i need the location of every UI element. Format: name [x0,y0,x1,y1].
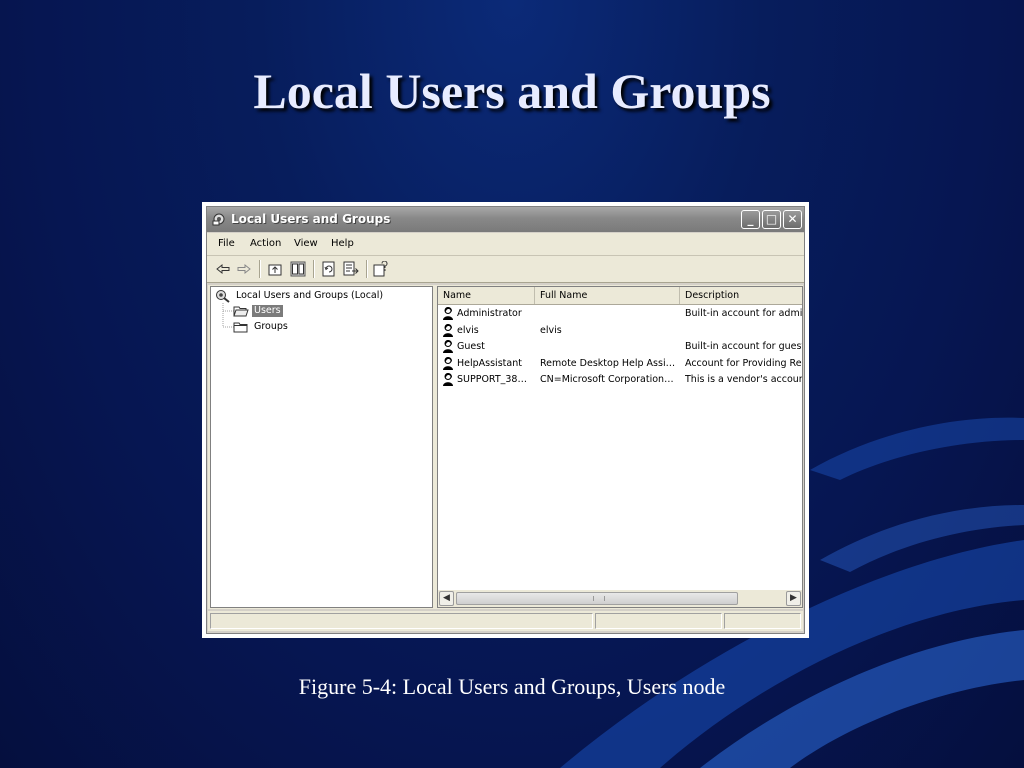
table-row[interactable]: SUPPORT_38… CN=Microsoft Corporation… This… [438,372,802,388]
scroll-grip [593,596,605,601]
column-header-full-name[interactable]: Full Name [535,287,680,304]
toolbar-separator [366,260,368,278]
show-hide-tree-icon[interactable] [290,261,306,277]
column-header-description[interactable]: Description [680,287,802,304]
folder-icon [233,322,248,333]
open-folder-icon [233,306,249,317]
table-row[interactable]: Guest Built-in account for guest a [438,339,802,355]
menu-file[interactable]: File [218,238,235,249]
toolbar-separator [313,260,315,278]
list-header: Name Full Name Description [438,287,802,305]
scroll-left-icon[interactable]: ◀ [439,591,454,606]
toolbar [207,256,804,283]
status-pane [724,613,801,629]
menu-bar: File Action View Help [207,233,804,256]
details-list: Name Full Name Description Administrator… [437,286,803,608]
table-row[interactable]: elvis elvis [438,323,802,339]
table-row[interactable]: HelpAssistant Remote Desktop Help Assi… Ac… [438,356,802,372]
tree-item-label: Users [252,305,283,317]
cell-full-name: Remote Desktop Help Assi… [540,357,676,369]
column-header-name[interactable]: Name [438,287,535,304]
window-title: Local Users and Groups [231,212,391,226]
slide-title: Local Users and Groups [253,63,771,119]
tree-root-label: Local Users and Groups (Local) [236,290,384,301]
user-icon [441,306,456,321]
user-icon [441,372,456,387]
maximize-button[interactable]: □ [762,210,781,229]
scroll-right-icon[interactable]: ▶ [786,591,801,606]
user-icon [441,323,456,338]
status-bar [208,611,803,631]
minimize-icon: _ [747,212,754,226]
user-icon [441,339,456,354]
menu-help[interactable]: Help [331,238,354,249]
cell-description: Built-in account for adminis [685,308,803,319]
refresh-icon[interactable] [321,261,337,277]
scroll-thumb[interactable] [456,592,738,605]
app-window: Local Users and Groups _ □ ✕ File Action… [202,202,809,638]
menu-view[interactable]: View [294,238,318,249]
client-area: Local Users and Groups (Local) Users Gro… [208,285,803,609]
computer-management-icon [212,213,225,226]
cell-name: elvis [457,324,479,336]
minimize-button[interactable]: _ [741,210,760,229]
horizontal-scrollbar[interactable]: ◀ ▶ [438,590,802,607]
cell-name: SUPPORT_38… [457,374,527,385]
user-icon [441,356,456,371]
cell-name: Guest [457,341,485,352]
figure-caption: Figure 5-4: Local Users and Groups, User… [298,674,726,699]
tree-item-label: Groups [254,321,288,332]
close-icon: ✕ [787,212,798,226]
close-button[interactable]: ✕ [783,210,802,229]
maximize-icon: □ [765,212,778,226]
console-tree: Local Users and Groups (Local) Users Gro… [210,286,433,608]
forward-icon[interactable] [236,261,252,277]
cell-full-name: CN=Microsoft Corporation… [540,374,674,385]
cell-description: Account for Providing Rem [685,357,803,369]
menu-action[interactable]: Action [250,238,281,249]
cell-name: Administrator [457,308,522,319]
computer-management-icon [216,290,230,303]
back-icon[interactable] [215,261,231,277]
status-pane [595,613,722,629]
help-icon[interactable] [373,261,389,277]
cell-description: This is a vendor's account [685,374,803,385]
export-list-icon[interactable] [343,261,359,277]
cell-description: Built-in account for guest a [685,341,803,352]
status-pane [210,613,593,629]
table-row[interactable]: Administrator Built-in account for admini… [438,306,802,322]
cell-full-name: elvis [540,324,562,336]
up-one-level-icon[interactable] [267,261,283,277]
title-bar[interactable]: Local Users and Groups _ □ ✕ [207,207,804,232]
window-frame: Local Users and Groups _ □ ✕ File Action… [206,206,805,634]
toolbar-separator [259,260,261,278]
cell-name: HelpAssistant [457,357,522,369]
